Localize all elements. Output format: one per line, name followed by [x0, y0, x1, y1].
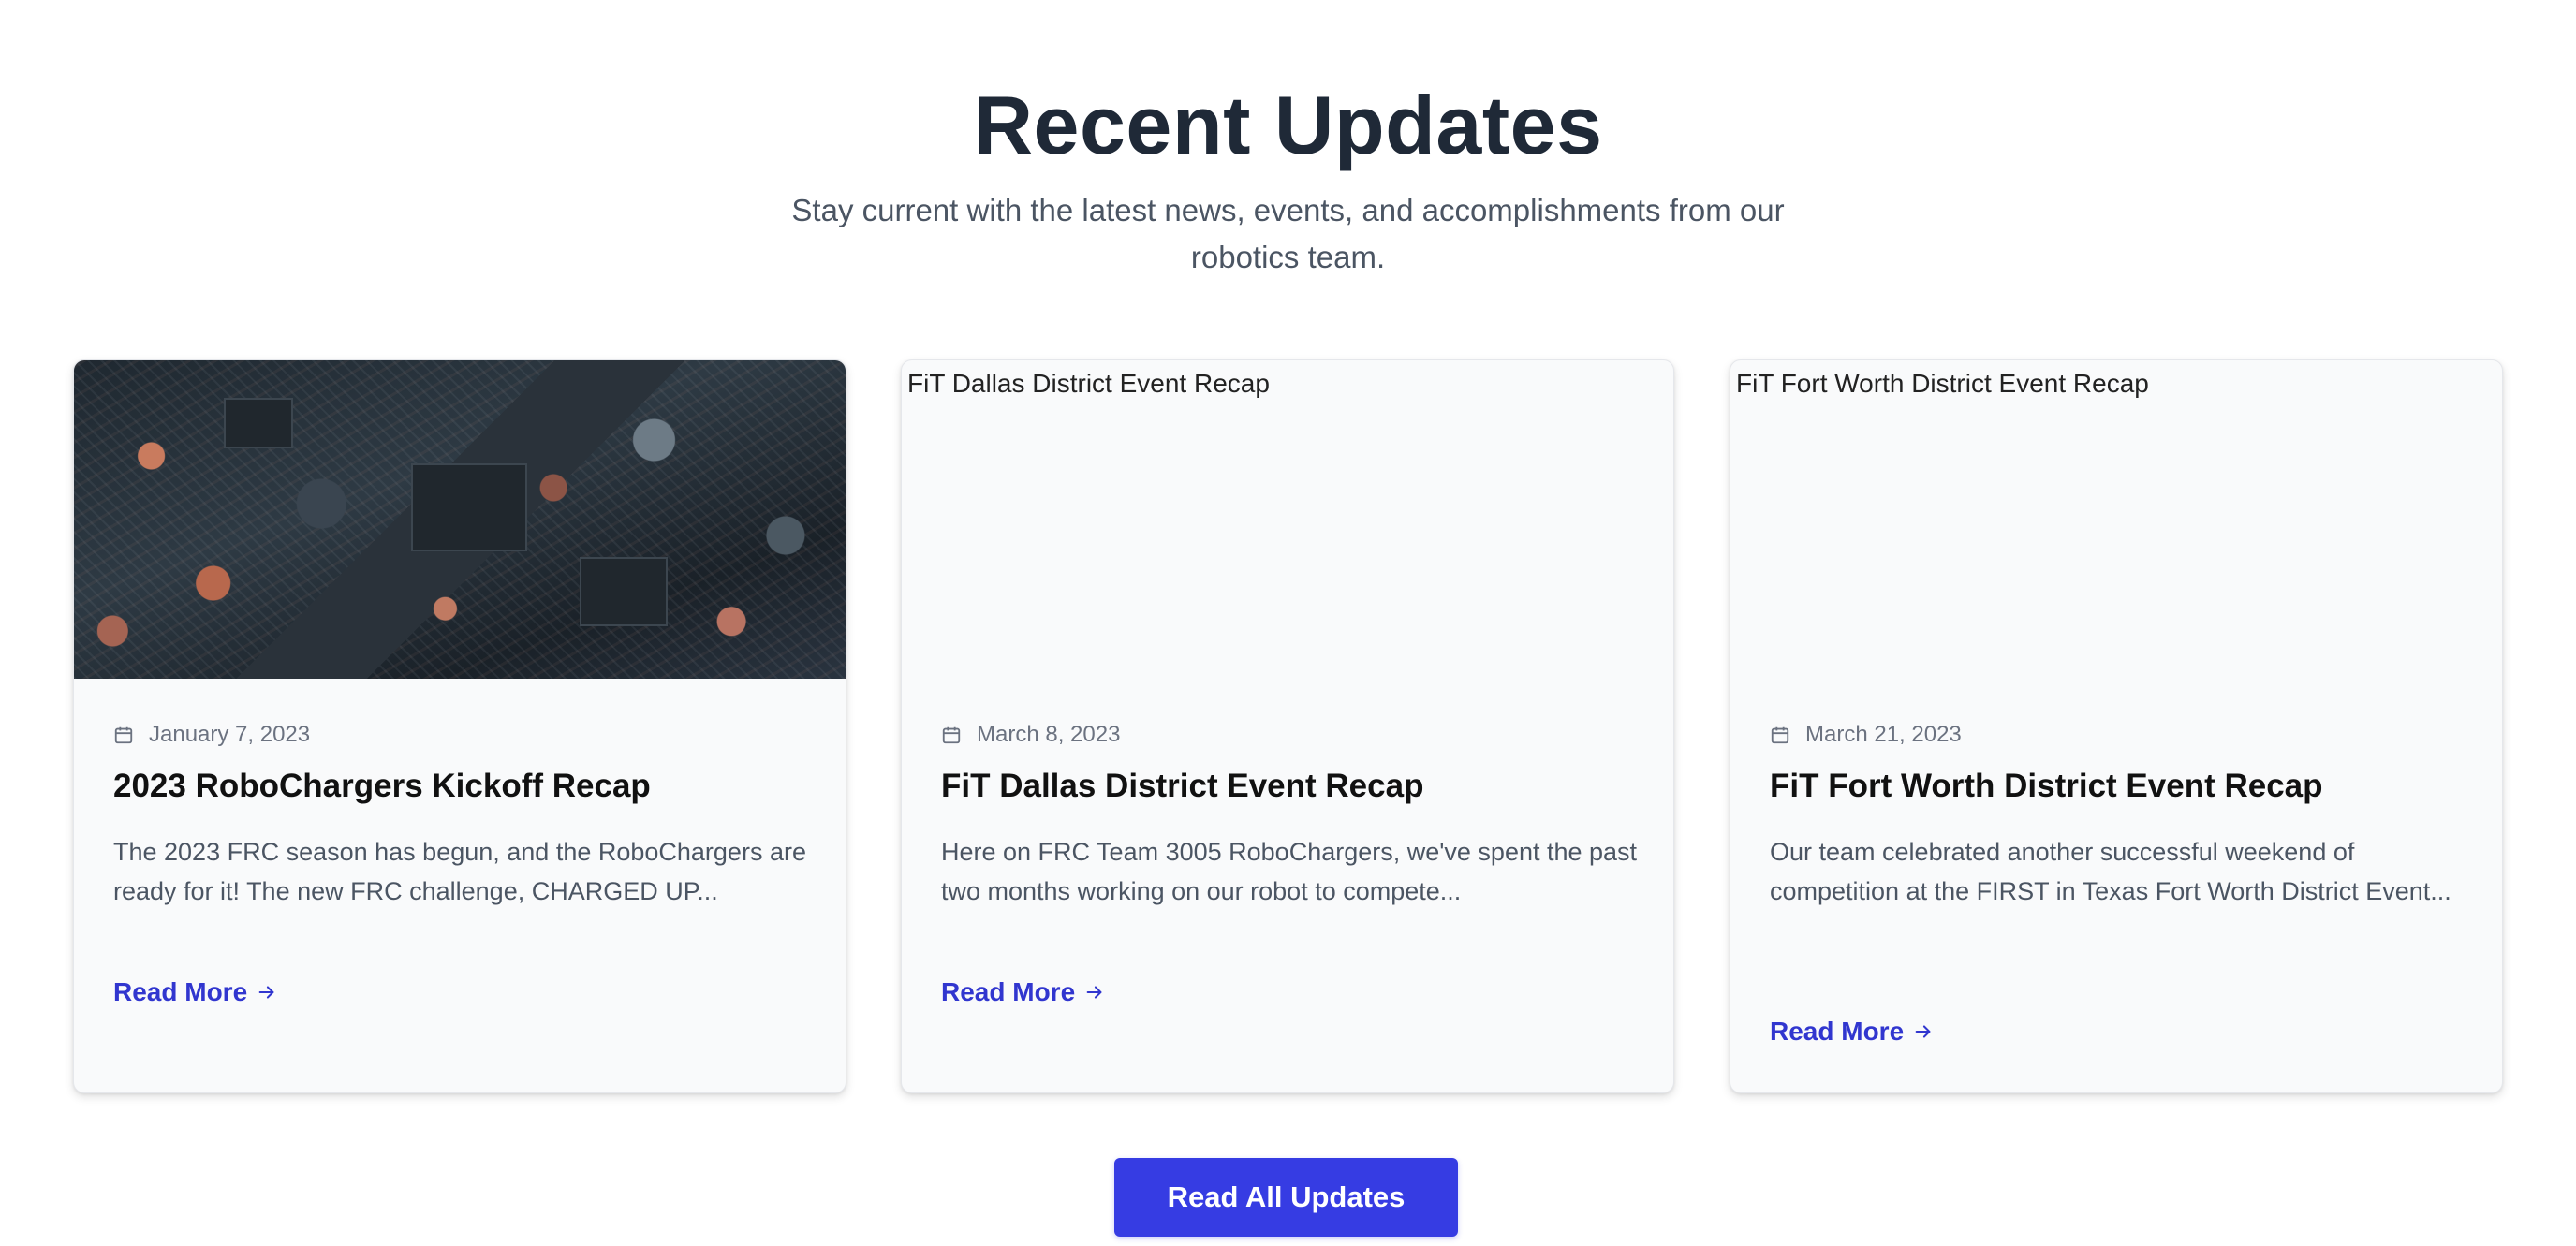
chip-shape: [411, 463, 527, 551]
calendar-icon: [114, 726, 133, 744]
page-title: Recent Updates: [973, 79, 1603, 171]
post-image-broken[interactable]: FiT Dallas District Event Recap: [902, 360, 1673, 679]
page-subtitle: Stay current with the latest news, event…: [791, 193, 1785, 274]
post-date: March 8, 2023: [941, 720, 1120, 750]
read-more-label: Read More: [941, 977, 1076, 1006]
arrow-right-icon: [1086, 986, 1102, 999]
read-all-updates-button[interactable]: Read All Updates: [1114, 1158, 1458, 1237]
post-date-text: March 21, 2023: [1805, 722, 1962, 747]
post-date-text: January 7, 2023: [149, 722, 311, 747]
chip-shape: [224, 398, 293, 448]
update-card: January 7, 2023 2023 RoboChargers Kickof…: [73, 359, 846, 1093]
read-more-link[interactable]: Read More: [941, 976, 1105, 1008]
calendar-icon: [1771, 726, 1789, 744]
post-date-text: March 8, 2023: [977, 722, 1121, 747]
post-title[interactable]: 2023 RoboChargers Kickoff Recap: [113, 765, 825, 808]
post-excerpt: Our team celebrated another successful w…: [1770, 838, 2451, 905]
post-date: January 7, 2023: [113, 720, 310, 750]
calendar-icon: [942, 726, 961, 744]
circuit-board-image[interactable]: [74, 360, 846, 679]
arrow-right-icon: [258, 986, 274, 999]
read-more-label: Read More: [113, 977, 248, 1006]
post-title[interactable]: FiT Dallas District Event Recap: [941, 765, 1653, 808]
chip-shape: [580, 557, 668, 626]
arrow-right-icon: [1915, 1025, 1931, 1038]
read-more-link[interactable]: Read More: [1770, 1016, 1934, 1048]
read-more-link[interactable]: Read More: [113, 976, 277, 1008]
post-excerpt: The 2023 FRC season has begun, and the R…: [113, 838, 806, 905]
post-date: March 21, 2023: [1770, 720, 1962, 750]
update-card: FiT Fort Worth District Event Recap Marc…: [1730, 359, 2503, 1093]
post-image-broken[interactable]: FiT Fort Worth District Event Recap: [1730, 360, 2502, 679]
image-alt-text: FiT Dallas District Event Recap: [907, 369, 1270, 398]
image-alt-text: FiT Fort Worth District Event Recap: [1736, 369, 2149, 398]
update-card: FiT Dallas District Event Recap March 8,…: [901, 359, 1674, 1093]
post-excerpt: Here on FRC Team 3005 RoboChargers, we'v…: [941, 838, 1638, 905]
read-more-label: Read More: [1770, 1017, 1905, 1046]
post-title[interactable]: FiT Fort Worth District Event Recap: [1770, 765, 2481, 808]
